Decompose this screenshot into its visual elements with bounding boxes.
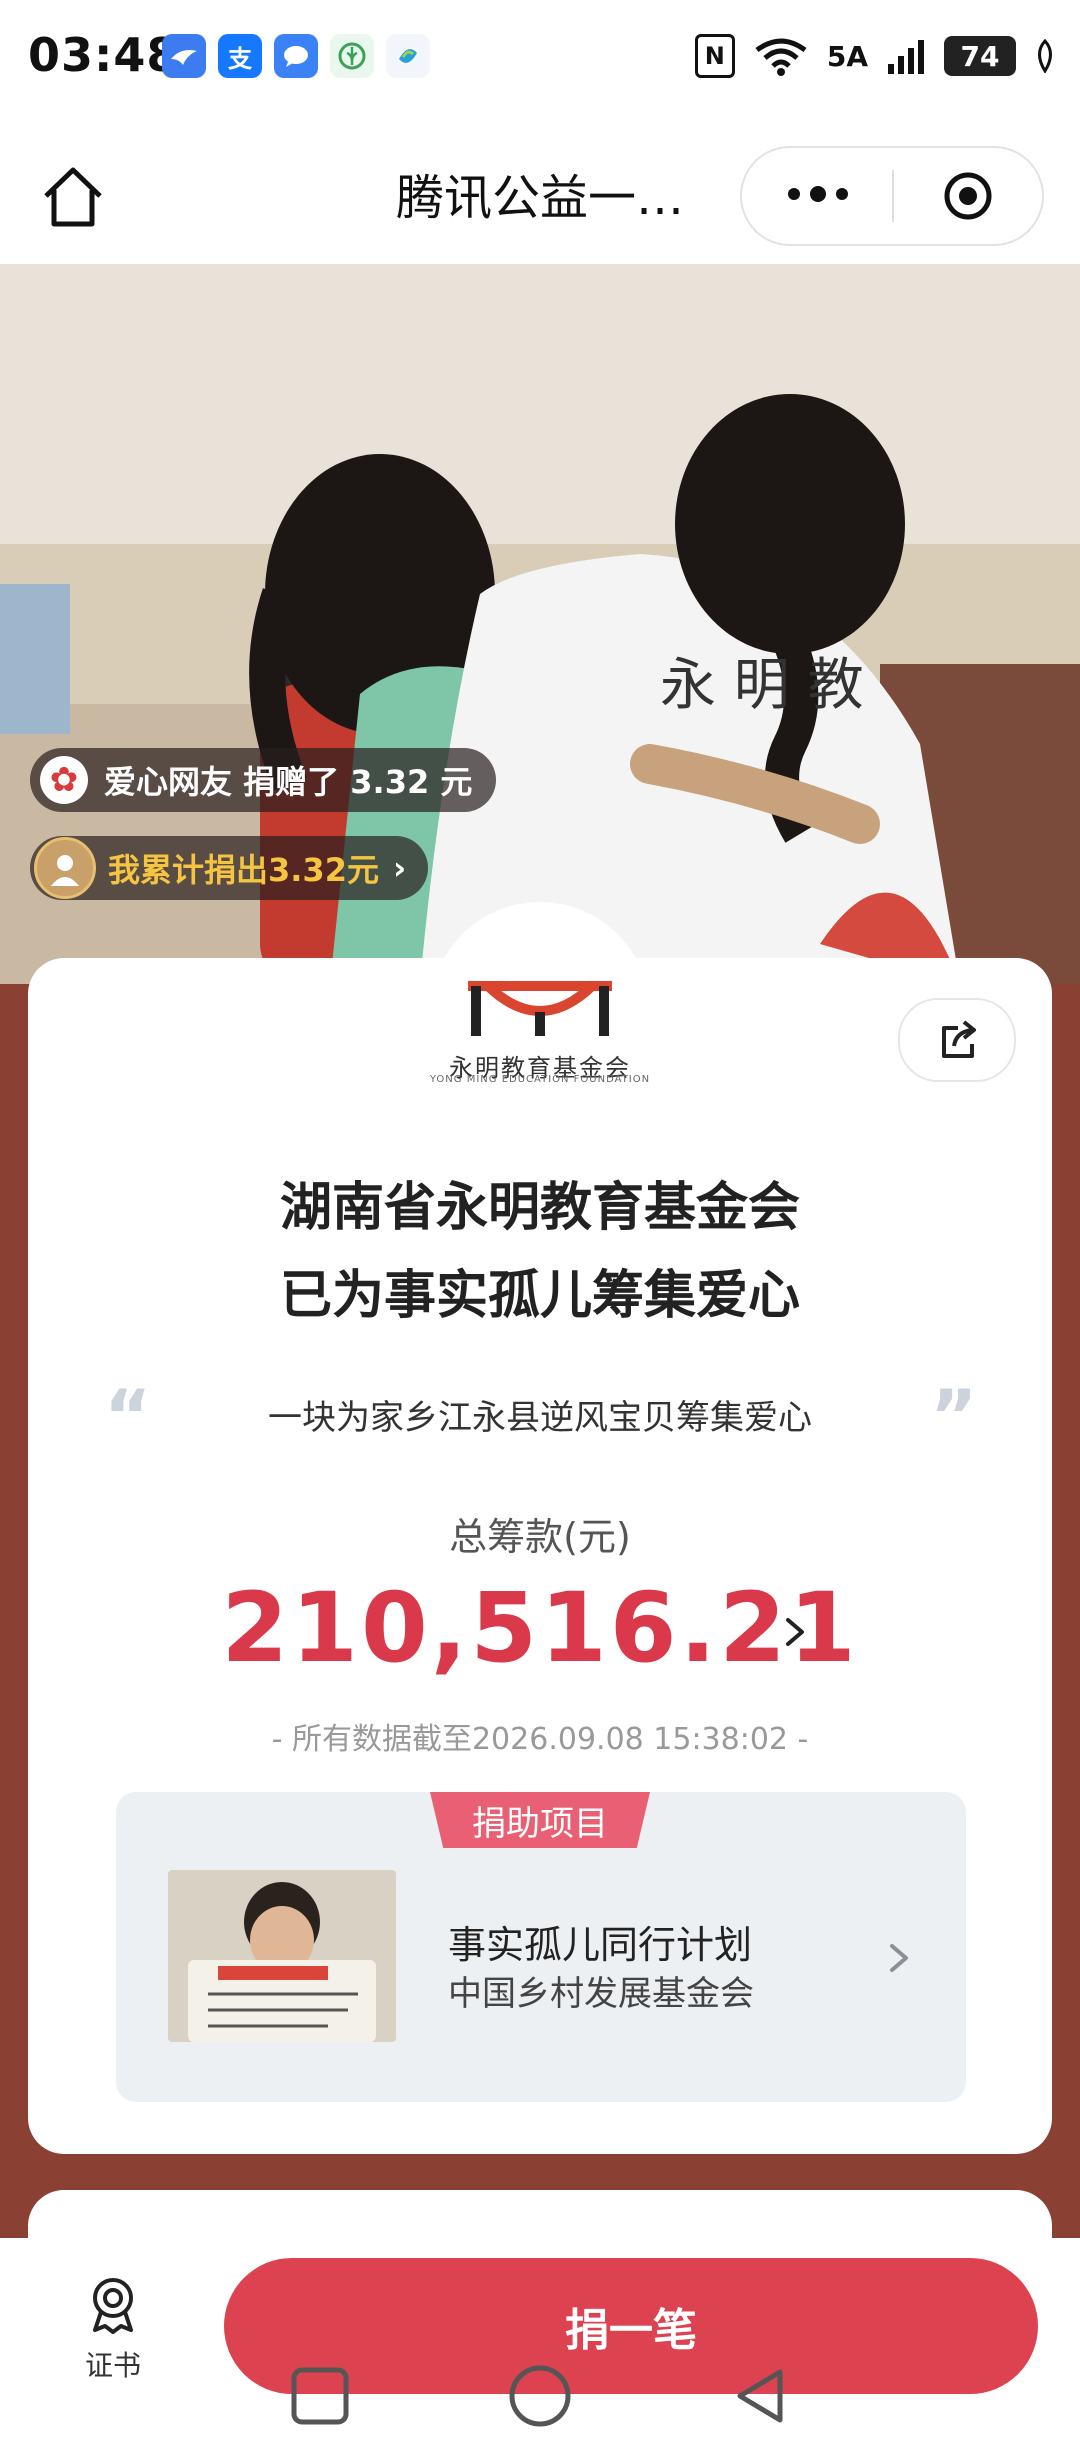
home-icon[interactable] <box>38 162 108 232</box>
home-nav-icon[interactable] <box>509 2365 571 2427</box>
notification-icons: 支 <box>162 34 430 78</box>
flower-avatar-icon: ✿ <box>40 756 88 804</box>
slogan-text: 一块为家乡江永县逆风宝贝筹集爱心 <box>268 1398 812 1438</box>
data-timestamp-note: - 所有数据截至2026.09.08 15:38:02 - <box>271 1722 809 1757</box>
capsule-divider <box>892 170 894 222</box>
foundation-logo-mark <box>468 981 612 1036</box>
headline-line-2: 已为事实孤儿筹集爱心 <box>279 1266 800 1326</box>
my-total-text: 我累计捐出3.32元 <box>108 851 379 889</box>
battery-indicator: 74 <box>944 36 1016 76</box>
share-button[interactable] <box>898 998 1016 1082</box>
message-icon <box>274 34 318 78</box>
donation-ticker-text: 爱心网友 捐赠了 3.32 元 <box>104 763 473 801</box>
project-organization: 中国乡村发展基金会 <box>448 1974 754 2014</box>
bird-app-icon <box>162 34 206 78</box>
total-raised-label: 总筹款(元) <box>449 1515 631 1559</box>
more-options-icon[interactable] <box>788 174 888 214</box>
plant-app-icon <box>330 34 374 78</box>
project-name: 事实孤儿同行计划 <box>448 1923 753 1967</box>
status-bar: 03:48 支 N 5A 74 <box>0 0 1080 122</box>
system-indicators: N 5A 74 <box>694 34 1056 78</box>
status-time: 03:48 <box>28 28 180 82</box>
signal-icon <box>888 40 924 74</box>
chevron-right-icon[interactable] <box>886 1938 914 1978</box>
headline-line-1: 湖南省永明教育基金会 <box>279 1178 800 1238</box>
alipay-icon: 支 <box>218 34 262 78</box>
open-quote-icon: “ <box>104 1374 152 1458</box>
donation-ticker: ✿ 爱心网友 捐赠了 3.32 元 <box>30 748 497 812</box>
recent-apps-icon[interactable] <box>291 2367 349 2425</box>
certificate-icon <box>93 2278 133 2334</box>
user-avatar <box>34 837 96 899</box>
leaf-icon <box>1038 39 1052 73</box>
wifi-icon <box>755 38 807 76</box>
close-miniprogram-icon[interactable] <box>942 170 994 222</box>
network-type-label: 5A <box>826 39 868 73</box>
summary-headline: 湖南省永明教育基金会 已为事实孤儿筹集爱心 <box>60 1164 1020 1340</box>
china-mobile-icon <box>386 34 430 78</box>
logo-en-text: YONG MING EDUCATION FOUNDATION <box>429 1074 651 1085</box>
foundation-logo: 永明教育基金会 YONG MING EDUCATION FOUNDATION <box>428 966 652 1086</box>
close-quote-icon: ” <box>930 1374 978 1458</box>
chevron-right-icon: › <box>392 849 407 887</box>
share-icon <box>942 1020 976 1058</box>
nfc-icon: N <box>694 34 735 78</box>
page-title: 腾讯公益一… <box>395 170 684 226</box>
svg-text:永 明 教: 永 明 教 <box>660 653 864 718</box>
chevron-right-icon[interactable] <box>780 1612 810 1652</box>
project-thumbnail <box>168 1870 396 2042</box>
capsule-menu <box>740 146 1044 246</box>
project-tag: 捐助项目 <box>430 1792 650 1848</box>
mini-program-header: 腾讯公益一… <box>0 122 1080 264</box>
my-total-donation[interactable]: 我累计捐出3.32元 › <box>30 836 429 900</box>
back-icon[interactable] <box>737 2369 783 2423</box>
system-nav-bar <box>291 2365 783 2427</box>
